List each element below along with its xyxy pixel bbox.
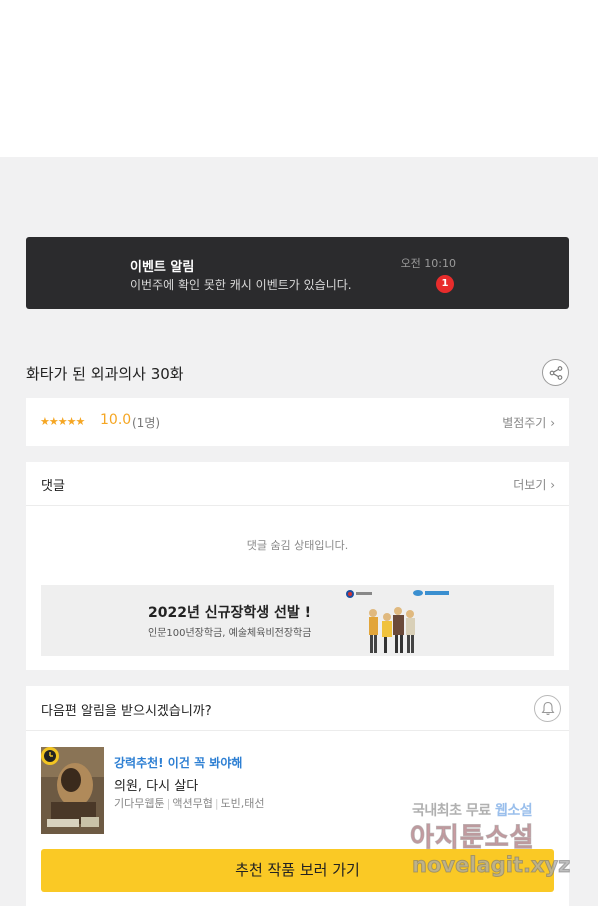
notification-toggle-button[interactable] bbox=[534, 695, 561, 722]
genre-tag: 액션무협 bbox=[172, 797, 213, 810]
genre-tag: 도빈,태선 bbox=[220, 797, 265, 810]
rate-button[interactable]: 별점주기 › bbox=[502, 414, 555, 431]
share-button[interactable] bbox=[542, 359, 569, 386]
event-time: 오전 10:10 bbox=[400, 257, 456, 270]
comments-more-button[interactable]: 더보기 › bbox=[513, 476, 555, 493]
recommended-work-thumbnail[interactable] bbox=[41, 747, 104, 834]
recommendation-tag: 강력추천! 이건 꼭 봐야해 bbox=[114, 756, 243, 770]
more-label: 더보기 bbox=[513, 478, 547, 492]
recommended-work-title[interactable]: 의원, 다시 살다 bbox=[114, 775, 198, 794]
thumbnail-illustration bbox=[41, 747, 104, 834]
recommended-work-genres: 기다무웹툰 | 액션무협 | 도빈,태선 bbox=[114, 797, 265, 810]
view-recommended-button[interactable]: 추천 작품 보러 가기 bbox=[41, 849, 554, 892]
event-title: 이벤트 알림 bbox=[130, 260, 195, 275]
episode-title: 화타가 된 외과의사 30화 bbox=[26, 365, 184, 383]
chevron-right-icon: › bbox=[550, 416, 555, 430]
comments-section: 댓글 더보기 › 댓글 숨김 상태입니다. 2022년 신규장학생 선발 ! 인… bbox=[26, 462, 569, 670]
rating-score: 10.0 bbox=[100, 412, 132, 428]
next-episode-alert: 다음편 알림을 받으시겠습니까? 강력추천! 이건 꼭 봐야해 의원, 다시 살… bbox=[26, 686, 569, 906]
comments-hidden-message: 댓글 숨김 상태입니다. bbox=[246, 539, 349, 552]
banner-title: 2022년 신규장학생 선발 ! bbox=[148, 605, 312, 621]
event-description: 이번주에 확인 못한 캐시 이벤트가 있습니다. bbox=[130, 278, 352, 292]
comments-header: 댓글 더보기 › bbox=[26, 462, 569, 506]
next-alert-question: 다음편 알림을 받으시겠습니까? bbox=[41, 704, 212, 719]
next-alert-header: 다음편 알림을 받으시겠습니까? bbox=[26, 686, 569, 731]
event-notification[interactable]: 이벤트 알림 이번주에 확인 못한 캐시 이벤트가 있습니다. 오전 10:10… bbox=[26, 237, 569, 309]
share-icon bbox=[549, 365, 562, 380]
genre-tag: 기다무웹툰 bbox=[114, 797, 165, 810]
banner-illustration bbox=[346, 590, 449, 653]
top-blank-area bbox=[0, 0, 598, 157]
bell-icon bbox=[541, 701, 554, 716]
chevron-right-icon: › bbox=[550, 478, 555, 492]
rating-box: ★★★★★ 10.0 (1명) 별점주기 › bbox=[26, 398, 569, 446]
rating-count: (1명) bbox=[132, 416, 161, 430]
comments-title: 댓글 bbox=[41, 479, 65, 494]
banner-subtitle: 인문100년장학금, 예술체육비전장학금 bbox=[148, 628, 312, 639]
event-count-badge: 1 bbox=[436, 275, 454, 293]
star-rating-icons: ★★★★★ bbox=[40, 415, 85, 428]
scholarship-ad-banner[interactable]: 2022년 신규장학생 선발 ! 인문100년장학금, 예술체육비전장학금 bbox=[41, 585, 554, 656]
rate-button-label: 별점주기 bbox=[502, 416, 547, 430]
